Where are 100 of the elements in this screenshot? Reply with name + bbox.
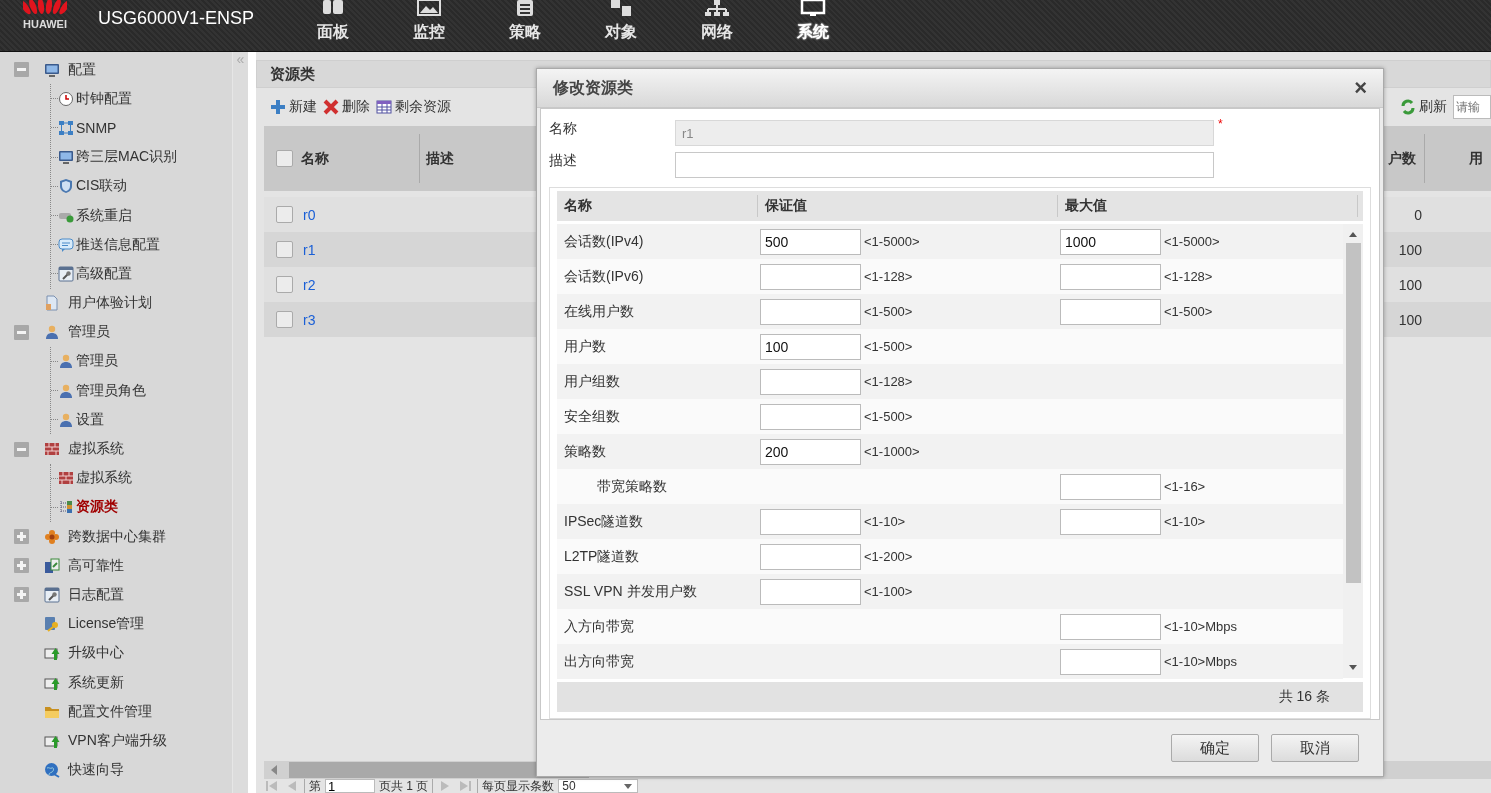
- tree-item[interactable]: 管理员: [68, 323, 110, 342]
- expand-icon[interactable]: [14, 558, 29, 574]
- tree-item[interactable]: 日志配置: [68, 585, 124, 604]
- tree-item[interactable]: 用户体验计划: [68, 294, 152, 313]
- petal-logo-icon: [23, 0, 67, 16]
- checkbox[interactable]: [276, 241, 293, 258]
- monitor-icon: [58, 149, 74, 166]
- document-icon: [44, 295, 60, 312]
- refresh-button[interactable]: 刷新: [1400, 98, 1447, 116]
- name-link[interactable]: r3: [303, 311, 316, 328]
- value-field[interactable]: [760, 543, 861, 570]
- value-field[interactable]: [1060, 508, 1161, 535]
- panel-title: 资源类: [270, 64, 315, 84]
- tree-item[interactable]: 设置: [76, 410, 104, 429]
- tree-item[interactable]: 配置文件管理: [68, 702, 152, 721]
- value-field[interactable]: 1000: [1060, 228, 1161, 255]
- value-field[interactable]: [760, 508, 861, 535]
- expand-icon[interactable]: [14, 529, 29, 545]
- name-link[interactable]: r0: [303, 206, 316, 223]
- tree-item[interactable]: 管理员: [76, 352, 118, 371]
- nav-tab[interactable]: 策略: [477, 0, 573, 42]
- new-button[interactable]: 新建: [270, 98, 317, 116]
- row-label: 入方向带宽: [564, 617, 634, 636]
- collapse-icon[interactable]: [14, 441, 29, 457]
- range-hint: <1-128>: [864, 374, 913, 389]
- close-button[interactable]: ×: [1354, 78, 1367, 98]
- wrench-icon: [44, 586, 60, 603]
- tree-item[interactable]: 高可靠性: [68, 556, 124, 575]
- tree-item[interactable]: 跨数据中心集群: [68, 527, 166, 546]
- plus-icon: [270, 99, 286, 115]
- value-field[interactable]: [760, 298, 861, 325]
- tree-item[interactable]: 虚拟系统: [76, 469, 132, 488]
- tree-item[interactable]: 虚拟系统: [68, 440, 124, 459]
- tree-item[interactable]: 系统更新: [68, 673, 124, 692]
- value-field[interactable]: [760, 578, 861, 605]
- confirm-button[interactable]: 确定: [1171, 734, 1259, 762]
- tree-item[interactable]: 系统重启: [76, 206, 132, 225]
- tree-item[interactable]: 跨三层MAC识别: [76, 148, 178, 167]
- tree-item[interactable]: 推送信息配置: [76, 235, 160, 254]
- tree-item[interactable]: CIS联动: [76, 177, 128, 196]
- nav-tab[interactable]: 系统: [765, 0, 861, 42]
- value-field[interactable]: [1060, 473, 1161, 500]
- checkbox[interactable]: [276, 150, 293, 167]
- collapse-icon[interactable]: [14, 324, 29, 340]
- nav-tab[interactable]: 面板: [285, 0, 381, 42]
- collapse-icon[interactable]: [14, 62, 29, 78]
- checkbox[interactable]: [276, 276, 293, 293]
- name-link[interactable]: r2: [303, 276, 316, 293]
- tree-item[interactable]: 快速向导: [68, 761, 124, 780]
- delete-button[interactable]: 删除: [323, 98, 370, 116]
- record-count: 共 16 条: [1278, 688, 1330, 706]
- value-field[interactable]: [1060, 263, 1161, 290]
- checkbox[interactable]: [276, 311, 293, 328]
- tree-item[interactable]: License管理: [68, 615, 145, 634]
- value-field[interactable]: [760, 403, 861, 430]
- last-page-icon: [457, 778, 474, 793]
- shield-icon: [58, 178, 74, 195]
- value-field[interactable]: [1060, 648, 1161, 675]
- value-field[interactable]: 500: [760, 228, 861, 255]
- tree-item[interactable]: SNMP: [76, 119, 117, 136]
- range-hint: <1-16>: [1164, 479, 1206, 494]
- range-hint: <1-5000>: [1164, 234, 1220, 249]
- tree-item[interactable]: 管理员角色: [76, 381, 146, 400]
- vertical-scrollbar[interactable]: [1343, 224, 1363, 678]
- row-label: 用户数: [564, 337, 606, 356]
- network-icon: [58, 119, 74, 136]
- range-hint: <1-500>: [864, 304, 913, 319]
- input-field[interactable]: [675, 152, 1214, 178]
- page-field[interactable]: 1: [325, 779, 375, 793]
- range-hint: <1-500>: [864, 409, 913, 424]
- value-field[interactable]: [1060, 298, 1161, 325]
- tree-item[interactable]: VPN客户端升级: [68, 731, 167, 750]
- nav-tab[interactable]: 网络: [669, 0, 765, 42]
- range-hint: <1-500>: [864, 339, 913, 354]
- value-field[interactable]: [760, 368, 861, 395]
- pager-label: 页共 1 页: [379, 779, 429, 793]
- value-field[interactable]: [760, 263, 861, 290]
- checkbox[interactable]: [276, 206, 293, 223]
- range-hint: <1-10>Mbps: [1164, 619, 1237, 634]
- name-link[interactable]: r1: [303, 241, 316, 258]
- value-field[interactable]: 200: [760, 438, 861, 465]
- value-field[interactable]: 100: [760, 333, 861, 360]
- tree-item[interactable]: 高级配置: [76, 264, 132, 283]
- search-field[interactable]: 请输: [1453, 95, 1491, 119]
- value-field[interactable]: [1060, 613, 1161, 640]
- nav-tab[interactable]: 对象: [573, 0, 669, 42]
- column-header: 名称: [564, 197, 592, 215]
- expand-icon[interactable]: [14, 587, 29, 603]
- table-cell: 0: [1414, 206, 1422, 223]
- tree-item[interactable]: 时钟配置: [76, 89, 132, 108]
- nav-tab[interactable]: 监控: [381, 0, 477, 42]
- row-label: 出方向带宽: [564, 652, 634, 671]
- cancel-button[interactable]: 取消: [1271, 734, 1359, 762]
- tree-item[interactable]: 资源类: [76, 498, 118, 517]
- page-size-select[interactable]: 50: [558, 779, 639, 793]
- tree-item[interactable]: 配置: [68, 60, 96, 79]
- tree-item[interactable]: 升级中心: [68, 644, 124, 663]
- row-label: IPSec隧道数: [564, 512, 644, 531]
- remaining-resources-button[interactable]: 剩余资源: [376, 98, 451, 116]
- logo-text: HUAWEI: [23, 18, 67, 30]
